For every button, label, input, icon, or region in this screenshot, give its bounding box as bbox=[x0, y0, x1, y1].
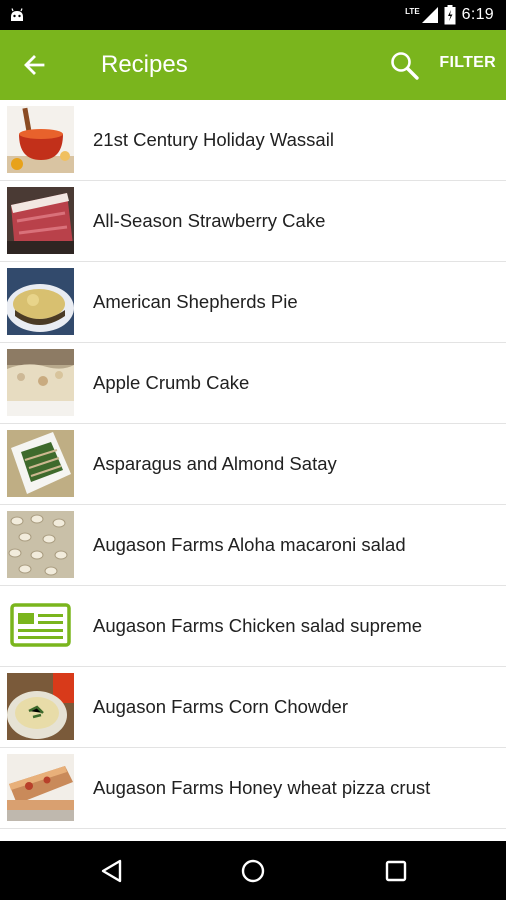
asparagus-satay-photo bbox=[7, 430, 74, 497]
back-triangle-icon[interactable] bbox=[99, 858, 125, 884]
status-bar: LTE 6:19 bbox=[0, 0, 506, 30]
search-icon[interactable] bbox=[389, 50, 421, 82]
clock: 6:19 bbox=[461, 6, 494, 23]
home-circle-icon[interactable] bbox=[240, 858, 266, 884]
list-item[interactable]: American Shepherds Pie bbox=[0, 262, 506, 343]
recipe-name: Augason Farms Chicken salad supreme bbox=[93, 615, 423, 636]
macaroni-salad-photo bbox=[7, 511, 74, 578]
list-item[interactable]: Augason Farms Aloha macaroni salad bbox=[0, 505, 506, 586]
list-item[interactable]: All-Season Strawberry Cake bbox=[0, 181, 506, 262]
recipe-name: Augason Farms Honey wheat pizza crust bbox=[93, 777, 431, 798]
network-type-label: LTE bbox=[405, 6, 420, 16]
list-item[interactable]: 21st Century Holiday Wassail bbox=[0, 100, 506, 181]
list-item[interactable]: Augason Farms Chicken salad supreme bbox=[0, 586, 506, 667]
recipe-name: Apple Crumb Cake bbox=[93, 372, 250, 393]
recipe-name: Asparagus and Almond Satay bbox=[93, 453, 337, 474]
recipe-name: All-Season Strawberry Cake bbox=[93, 210, 326, 231]
back-arrow-icon[interactable] bbox=[22, 52, 48, 78]
strawberry-cake-photo bbox=[7, 187, 74, 254]
recipe-name: American Shepherds Pie bbox=[93, 291, 298, 312]
shepherds-pie-photo bbox=[7, 268, 74, 335]
filter-button[interactable]: FILTER bbox=[439, 54, 496, 72]
app-bar: Recipes FILTER bbox=[0, 30, 506, 100]
list-item[interactable]: Apple Crumb Cake bbox=[0, 343, 506, 424]
corn-chowder-photo bbox=[7, 673, 74, 740]
android-notification-icon bbox=[11, 8, 23, 21]
battery-icon bbox=[444, 5, 456, 25]
list-item[interactable]: Augason Farms Corn Chowder bbox=[0, 667, 506, 748]
recipe-name: 21st Century Holiday Wassail bbox=[93, 129, 334, 150]
recipe-list: 21st Century Holiday Wassail All-Season … bbox=[0, 100, 506, 841]
system-nav-bar bbox=[0, 841, 506, 900]
list-item[interactable]: Augason Farms Honey wheat pizza crust bbox=[0, 748, 506, 829]
recipe-name: Augason Farms Aloha macaroni salad bbox=[93, 534, 406, 555]
page-title: Recipes bbox=[101, 51, 188, 78]
wassail-photo bbox=[7, 106, 74, 173]
recents-square-icon[interactable] bbox=[383, 858, 409, 884]
recipe-name: Augason Farms Corn Chowder bbox=[93, 696, 348, 717]
apple-crumb-cake-photo bbox=[7, 349, 74, 416]
list-item[interactable]: Asparagus and Almond Satay bbox=[0, 424, 506, 505]
pizza-crust-photo bbox=[7, 754, 74, 821]
signal-icon bbox=[421, 7, 438, 23]
recipe-placeholder-icon bbox=[7, 592, 74, 659]
